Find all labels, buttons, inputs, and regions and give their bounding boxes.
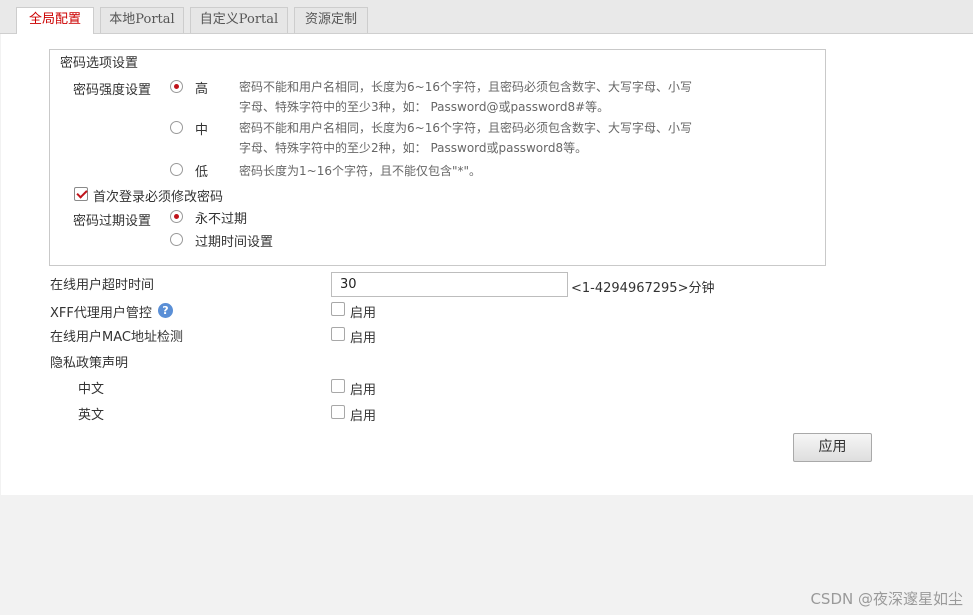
password-options-legend: 密码选项设置 — [58, 52, 141, 71]
strength-medium-desc-line1: 密码不能和用户名相同，长度为6~16个字符，且密码必须包含数字、大写字母、小写 — [239, 121, 692, 135]
strength-low-radio[interactable] — [170, 163, 183, 176]
strength-medium-radio[interactable] — [170, 121, 183, 134]
expiry-label: 密码过期设置 — [73, 214, 152, 229]
tab-resource-custom[interactable]: 资源定制 — [294, 7, 368, 33]
privacy-cn-enable-label: 启用 — [350, 383, 377, 398]
help-icon[interactable]: ? — [158, 303, 173, 318]
expiry-never-label: 永不过期 — [195, 212, 248, 227]
expiry-never-radio[interactable] — [170, 210, 183, 223]
privacy-cn-enable-checkbox[interactable] — [331, 379, 345, 393]
timeout-range-hint: <1-4294967295>分钟 — [571, 281, 715, 296]
strength-high-desc-line2: 字母、特殊字符中的至少3种，如： Password@或password8#等。 — [239, 100, 610, 114]
strength-medium-desc-line2: 字母、特殊字符中的至少2种，如： Password或password8等。 — [239, 141, 588, 155]
tab-custom-portal[interactable]: 自定义Portal — [190, 7, 288, 33]
timeout-input[interactable] — [331, 272, 568, 297]
first-login-change-checkbox[interactable] — [74, 187, 88, 201]
mac-label: 在线用户MAC地址检测 — [50, 330, 183, 345]
expiry-custom-radio[interactable] — [170, 233, 183, 246]
watermark: CSDN @夜深邃星如尘 — [810, 590, 963, 608]
privacy-en-enable-checkbox[interactable] — [331, 405, 345, 419]
expiry-custom-label: 过期时间设置 — [195, 235, 274, 250]
strength-high-desc: 密码不能和用户名相同，长度为6~16个字符，且密码必须包含数字、大写字母、小写 … — [239, 77, 759, 117]
privacy-en-label: 英文 — [78, 408, 105, 423]
privacy-en-enable-label: 启用 — [350, 409, 377, 424]
strength-label: 密码强度设置 — [73, 83, 152, 98]
strength-medium-label: 中 — [195, 123, 209, 138]
mac-enable-checkbox[interactable] — [331, 327, 345, 341]
xff-enable-checkbox[interactable] — [331, 302, 345, 316]
strength-high-desc-line1: 密码不能和用户名相同，长度为6~16个字符，且密码必须包含数字、大写字母、小写 — [239, 80, 692, 94]
strength-medium-desc: 密码不能和用户名相同，长度为6~16个字符，且密码必须包含数字、大写字母、小写 … — [239, 118, 759, 158]
first-login-change-label: 首次登录必须修改密码 — [93, 190, 224, 205]
tab-local-portal[interactable]: 本地Portal — [100, 7, 184, 33]
privacy-label: 隐私政策声明 — [50, 356, 129, 371]
privacy-cn-label: 中文 — [78, 382, 105, 397]
strength-high-radio[interactable] — [170, 80, 183, 93]
strength-low-desc: 密码长度为1~16个字符，且不能仅包含"*"。 — [239, 164, 481, 178]
mac-enable-label: 启用 — [350, 331, 377, 346]
timeout-label: 在线用户超时时间 — [50, 278, 155, 293]
apply-button[interactable]: 应用 — [793, 433, 872, 462]
tab-bar: 全局配置 本地Portal 自定义Portal 资源定制 — [0, 0, 973, 34]
strength-high-label: 高 — [195, 82, 209, 97]
xff-label: XFF代理用户管控 — [50, 306, 152, 321]
strength-low-label: 低 — [195, 165, 209, 180]
tab-global-config[interactable]: 全局配置 — [16, 7, 94, 34]
xff-enable-label: 启用 — [350, 306, 377, 321]
